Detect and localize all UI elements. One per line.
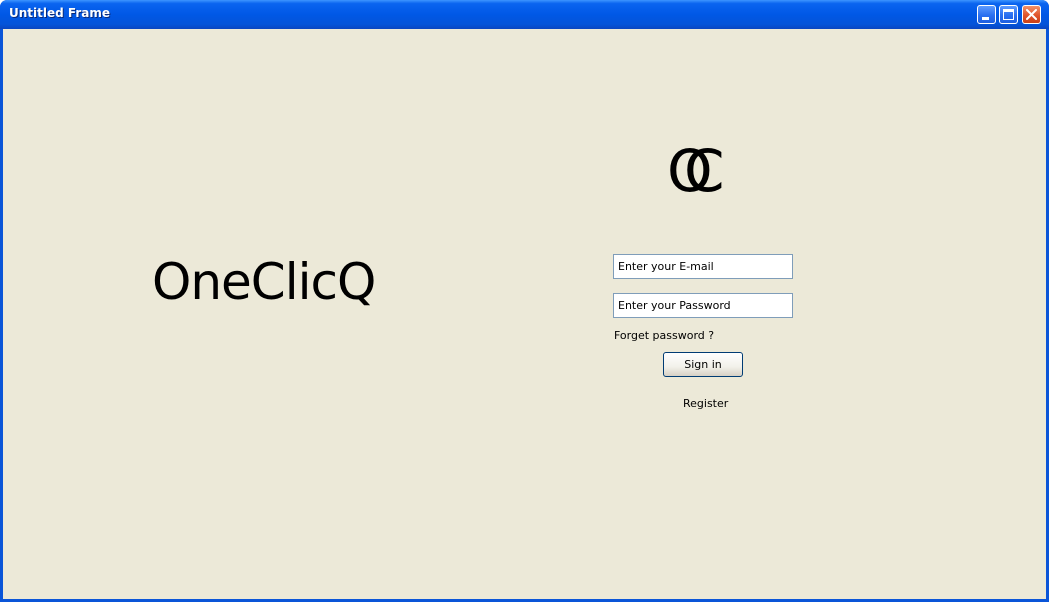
title-bar[interactable]: Untitled Frame: [0, 0, 1049, 29]
logo-letter-c: C: [684, 137, 725, 205]
close-icon: [1026, 9, 1037, 20]
maximize-icon: [1003, 9, 1014, 20]
app-window: Untitled Frame OneClicQ O C Enter your E…: [0, 0, 1049, 602]
email-field[interactable]: Enter your E-mail: [613, 254, 793, 279]
maximize-button[interactable]: [999, 5, 1018, 24]
brand-title: OneClicQ: [152, 253, 376, 311]
window-title: Untitled Frame: [9, 6, 110, 20]
minimize-button[interactable]: [977, 5, 996, 24]
content-area: OneClicQ O C Enter your E-mail Enter you…: [3, 29, 1046, 599]
password-field[interactable]: Enter your Password: [613, 293, 793, 318]
sign-in-button[interactable]: Sign in: [663, 352, 743, 377]
close-button[interactable]: [1022, 5, 1041, 24]
minimize-icon: [982, 17, 989, 20]
forget-password-link[interactable]: Forget password ?: [614, 329, 714, 342]
logo: O C: [667, 142, 747, 202]
register-link[interactable]: Register: [683, 397, 728, 410]
